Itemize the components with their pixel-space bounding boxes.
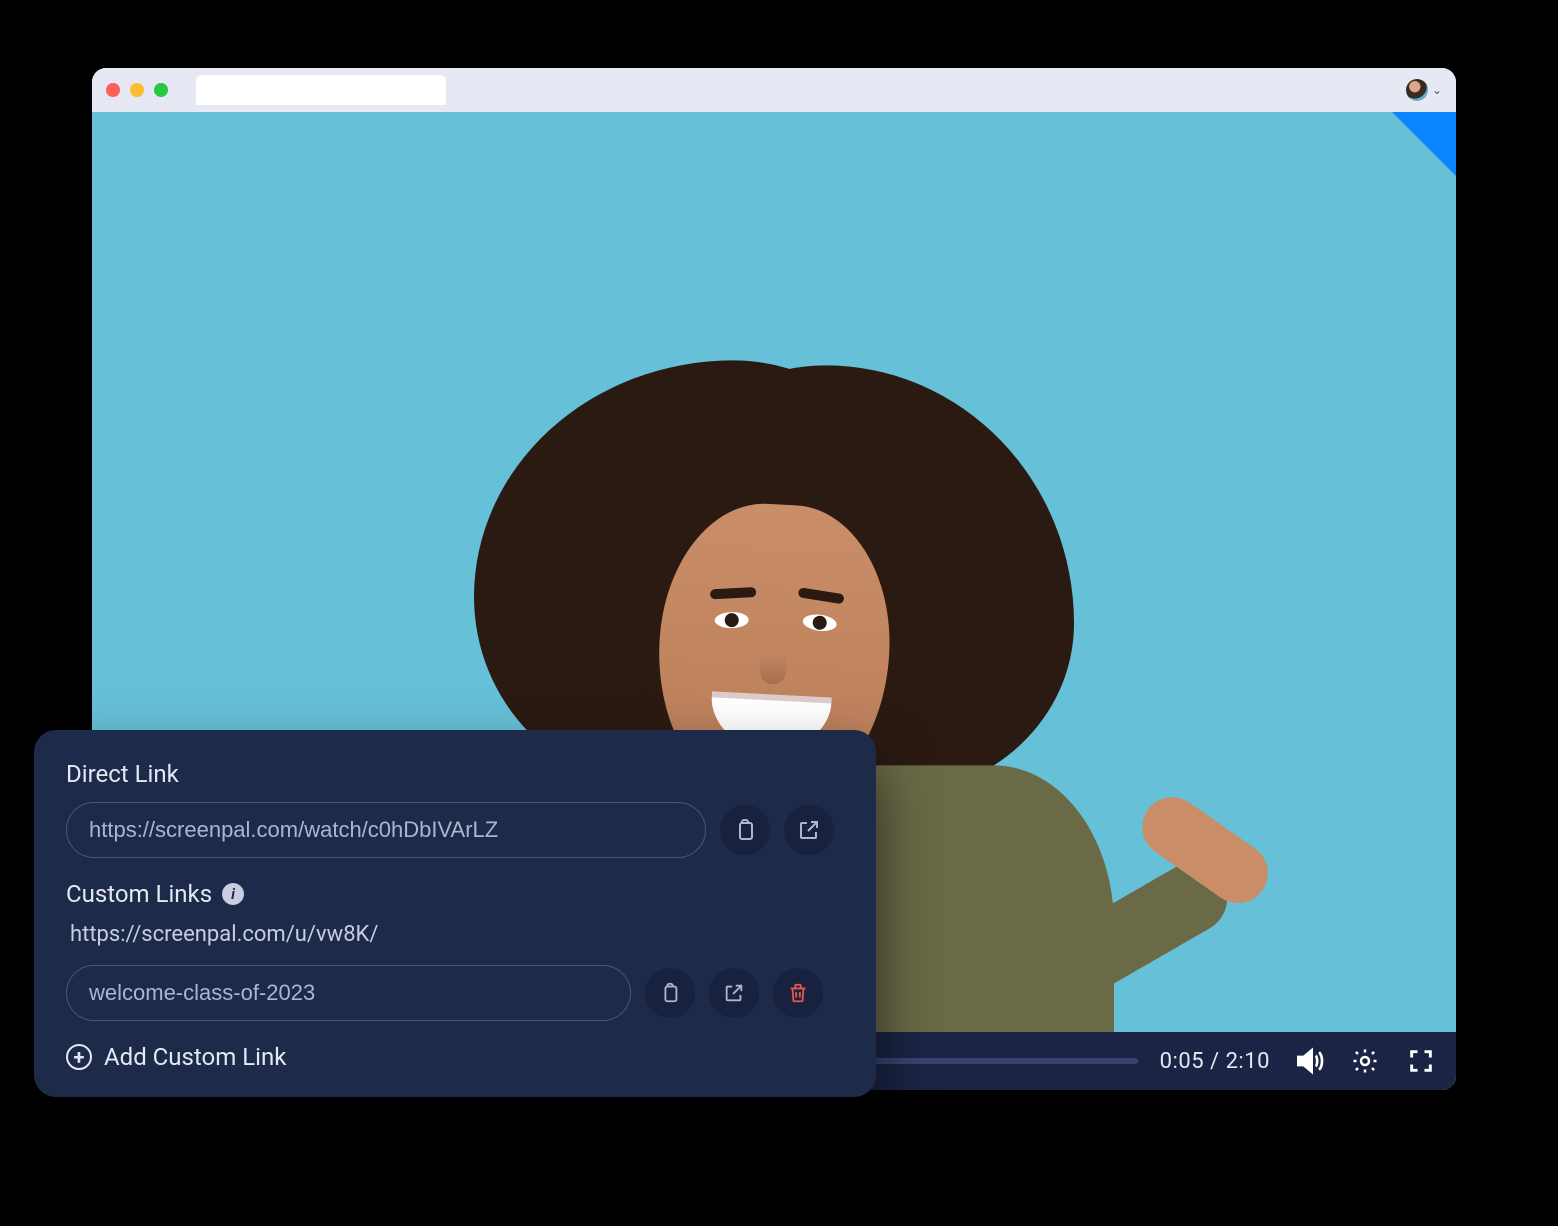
window-controls [106,83,168,97]
arrow-up-left-icon [1426,182,1448,204]
info-icon[interactable]: i [222,883,244,905]
window-minimize-button[interactable] [130,83,144,97]
fullscreen-icon [1407,1047,1435,1075]
link-panel: Direct Link Custom Links i https://scree… [34,730,876,1097]
settings-button[interactable] [1348,1044,1382,1078]
fullscreen-button[interactable] [1404,1044,1438,1078]
delete-custom-link-button[interactable] [773,968,823,1018]
browser-tab[interactable] [196,75,446,105]
direct-link-label: Direct Link [66,760,844,788]
window-close-button[interactable] [106,83,120,97]
avatar-icon [1406,79,1428,101]
collapse-button[interactable] [1392,112,1456,176]
direct-link-input[interactable] [66,802,706,858]
clipboard-icon [659,982,681,1004]
chevron-down-icon: ⌄ [1432,83,1442,97]
profile-menu[interactable]: ⌄ [1406,79,1442,101]
plus-circle-icon: + [66,1044,92,1070]
custom-links-label: Custom Links [66,880,212,908]
add-custom-link-label: Add Custom Link [104,1043,286,1071]
direct-link-row [66,802,844,858]
volume-button[interactable] [1292,1044,1326,1078]
custom-link-row [66,965,844,1021]
custom-links-label-row: Custom Links i [66,880,844,908]
trash-icon [787,982,809,1004]
add-custom-link-button[interactable]: + Add Custom Link [66,1043,844,1071]
time-display: 0:05 / 2:10 [1160,1049,1270,1074]
custom-slug-input[interactable] [66,965,631,1021]
volume-icon [1293,1045,1325,1077]
clipboard-icon [733,818,757,842]
gear-icon [1350,1046,1380,1076]
open-custom-link-button[interactable] [709,968,759,1018]
open-direct-link-button[interactable] [784,805,834,855]
window-maximize-button[interactable] [154,83,168,97]
copy-custom-link-button[interactable] [645,968,695,1018]
external-link-icon [797,818,821,842]
copy-direct-link-button[interactable] [720,805,770,855]
title-bar: ⌄ [92,68,1456,112]
custom-base-url: https://screenpal.com/u/vw8K/ [70,922,844,947]
external-link-icon [723,982,745,1004]
